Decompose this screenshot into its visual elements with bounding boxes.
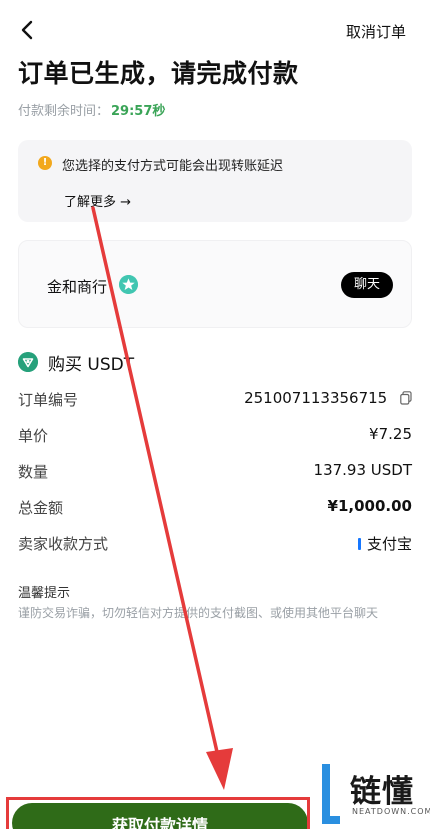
delay-notice: ! 您选择的支付方式可能会出现转账延迟 了解更多 → bbox=[18, 140, 412, 222]
detail-row-payment-method: 卖家收款方式 支付宝 bbox=[18, 531, 412, 555]
top-bar: 取消订单 bbox=[0, 0, 430, 56]
detail-key: 总金额 bbox=[18, 499, 64, 517]
timer-value: 29:57秒 bbox=[111, 104, 166, 119]
tips-body: 谨防交易诈骗，切勿轻信对方提供的支付截图、或使用其他平台聊天 bbox=[18, 606, 379, 620]
detail-value: ¥7.25 bbox=[369, 425, 412, 443]
detail-key: 卖家收款方式 bbox=[18, 535, 109, 553]
annotation-arrow bbox=[91, 206, 233, 790]
copy-icon[interactable] bbox=[400, 391, 412, 405]
detail-row-quantity: 数量 137.93 USDT bbox=[18, 459, 412, 483]
detail-key: 数量 bbox=[18, 463, 49, 481]
merchant-name: 金和商行 bbox=[47, 278, 108, 296]
payment-method-value: 支付宝 bbox=[366, 535, 412, 553]
notice-text: 您选择的支付方式可能会出现转账延迟 bbox=[62, 159, 284, 174]
usdt-icon bbox=[18, 352, 38, 372]
alipay-indicator-icon bbox=[357, 538, 361, 550]
verified-star-icon bbox=[119, 275, 138, 294]
order-id-value: 251007113356715 bbox=[244, 389, 388, 407]
detail-key: 订单编号 bbox=[18, 391, 79, 409]
order-title: 购买 USDT bbox=[48, 355, 135, 375]
annotation-highlight-box bbox=[6, 797, 310, 829]
detail-row-unit-price: 单价 ¥7.25 bbox=[18, 423, 412, 447]
detail-value: 支付宝 bbox=[357, 533, 412, 554]
detail-value: ¥1,000.00 bbox=[327, 497, 412, 515]
merchant-card: 金和商行 聊天 bbox=[18, 240, 412, 328]
warning-icon: ! bbox=[38, 156, 52, 170]
payment-timer: 付款剩余时间： 29:57秒 bbox=[18, 100, 165, 119]
detail-row-total: 总金额 ¥1,000.00 bbox=[18, 495, 412, 519]
detail-row-order-id: 订单编号 251007113356715 bbox=[18, 387, 412, 411]
chat-button[interactable]: 聊天 bbox=[341, 272, 393, 298]
watermark-text: 链懂 bbox=[350, 774, 414, 810]
cancel-order-button[interactable]: 取消订单 bbox=[346, 21, 406, 42]
watermark-subtext: NEATDOWN.COM bbox=[352, 807, 430, 816]
detail-value: 137.93 USDT bbox=[313, 461, 412, 479]
detail-key: 单价 bbox=[18, 427, 49, 445]
timer-label: 付款剩余时间： bbox=[18, 104, 110, 119]
detail-value: 251007113356715 bbox=[244, 389, 412, 407]
logo-mark-icon bbox=[322, 764, 340, 824]
watermark-logo: 链懂 NEATDOWN.COM bbox=[316, 758, 430, 829]
back-arrow-icon[interactable] bbox=[16, 18, 40, 42]
tips-title: 温馨提示 bbox=[18, 586, 71, 601]
learn-more-link[interactable]: 了解更多 → bbox=[64, 191, 131, 210]
page-title: 订单已生成，请完成付款 bbox=[18, 59, 299, 88]
